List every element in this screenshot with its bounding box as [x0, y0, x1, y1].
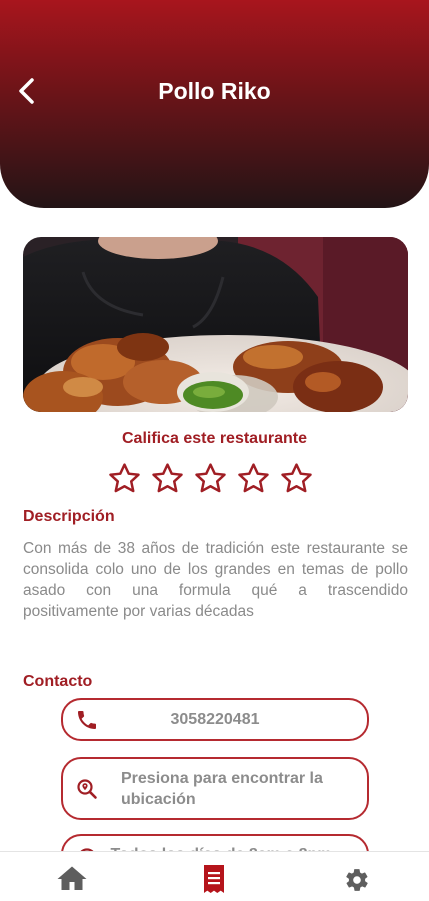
phone-number: 3058220481 — [170, 710, 260, 728]
description-text: Con más de 38 años de tradición este res… — [23, 540, 408, 620]
star-3-icon[interactable] — [193, 461, 228, 496]
bottom-nav — [0, 851, 429, 901]
nav-settings[interactable] — [344, 867, 370, 898]
star-5-icon[interactable] — [279, 461, 314, 496]
rate-prompt: Califica este restaurante — [122, 430, 307, 447]
gear-icon — [346, 869, 368, 891]
phone-icon — [78, 710, 96, 729]
star-2-icon[interactable] — [150, 461, 185, 496]
app-header: Pollo Riko — [0, 0, 429, 208]
location-button[interactable]: Presiona para encontrar la ubicación — [61, 757, 369, 820]
receipt-icon — [204, 865, 224, 893]
star-1-icon[interactable] — [107, 461, 142, 496]
star-rating — [107, 461, 314, 496]
contact-heading: Contacto — [23, 673, 93, 690]
star-4-icon[interactable] — [236, 461, 271, 496]
description-heading: Descripción — [23, 508, 115, 525]
nav-home[interactable] — [56, 865, 88, 896]
location-label: Presiona para encontrar la ubicación — [121, 769, 323, 808]
phone-button[interactable]: 3058220481 — [61, 698, 369, 741]
home-icon — [57, 866, 87, 890]
restaurant-photo — [23, 237, 408, 412]
nav-receipts[interactable] — [203, 864, 225, 899]
location-search-icon — [77, 778, 97, 799]
page-title: Pollo Riko — [158, 78, 271, 104]
